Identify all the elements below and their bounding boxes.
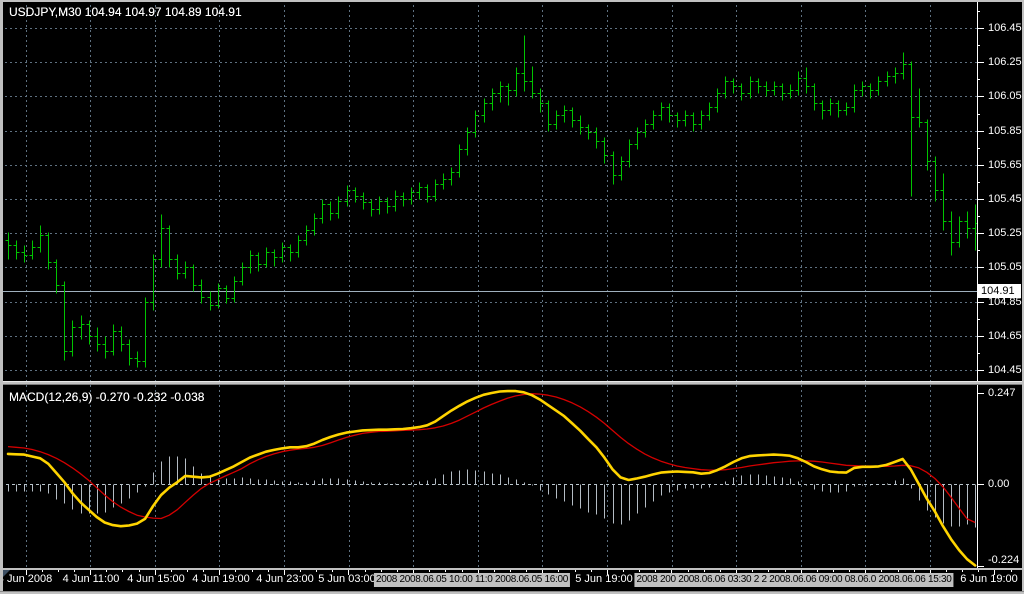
- axis-tick: [977, 336, 984, 337]
- time-axis-label: 4 Jun 2008: [0, 573, 52, 585]
- trading-terminal-chart-window: USDJPY,M30 104.94 104.97 104.89 104.91 M…: [0, 0, 1024, 594]
- price-axis-label: 105.85: [988, 125, 1022, 137]
- axis-tick: [977, 199, 984, 200]
- time-axis-label-highlighted: 2008 200 2008.06.06 03:30 2 2 2008.06.06…: [634, 573, 953, 587]
- macd-indicator-label: MACD(12,26,9) -0.270 -0.232 -0.038: [9, 390, 204, 404]
- axis-tick: [977, 131, 984, 132]
- time-axis-label: 5 Jun 19:00: [575, 573, 633, 585]
- axis-tick: [977, 11, 980, 12]
- macd-axis-label: -0.224: [988, 554, 1019, 566]
- axis-tick: [977, 353, 980, 354]
- price-axis-label: 105.05: [988, 261, 1022, 273]
- macd-histogram: [9, 457, 976, 528]
- axis-tick: [977, 165, 984, 166]
- price-axis-label: 104.45: [988, 364, 1022, 376]
- time-axis-label: 6 Jun 19:00: [960, 573, 1018, 585]
- window-frame-top: [0, 0, 1024, 2]
- time-axis-label: 4 Jun 23:00: [256, 573, 314, 585]
- axis-tick: [977, 28, 984, 29]
- price-chart-canvas: [0, 0, 977, 382]
- macd-indicator-panel[interactable]: [0, 385, 977, 568]
- price-axis-label: 105.45: [988, 193, 1022, 205]
- time-axis-label-highlighted: 2008 2008.06.05 10:00 11:0 2008.06.05 16…: [374, 573, 570, 587]
- time-axis-label: 4 Jun 19:00: [192, 573, 250, 585]
- axis-tick: [977, 370, 984, 371]
- axis-tick: [977, 79, 980, 80]
- axis-tick: [977, 148, 980, 149]
- axis-tick: [977, 566, 984, 567]
- time-axis-label: 4 Jun 11:00: [63, 573, 120, 585]
- price-axis-label: 104.65: [988, 330, 1022, 342]
- axis-tick: [977, 267, 984, 268]
- axis-tick: [977, 96, 984, 97]
- chart-title: USDJPY,M30 104.94 104.97 104.89 104.91: [9, 5, 242, 19]
- price-axis[interactable]: 106.45 106.25 106.05 105.85 105.65 105.45 105.…: [977, 0, 1024, 568]
- axis-tick: [977, 250, 980, 251]
- main-price-chart-panel[interactable]: [0, 0, 977, 382]
- axis-tick: [977, 216, 980, 217]
- price-axis-label: 105.25: [988, 227, 1022, 239]
- ohlc-bars: [6, 36, 978, 368]
- macd-signal-line: [8, 394, 975, 523]
- axis-tick: [977, 319, 980, 320]
- price-axis-label: 106.25: [988, 56, 1022, 68]
- macd-canvas: [0, 385, 977, 568]
- panel-splitter-handle[interactable]: [0, 381, 1024, 385]
- price-axis-label: 106.05: [988, 90, 1022, 102]
- axis-tick: [977, 484, 984, 485]
- axis-tick: [977, 114, 980, 115]
- axis-tick: [977, 233, 984, 234]
- price-axis-label: 106.45: [988, 22, 1022, 34]
- axis-tick: [977, 182, 980, 183]
- macd-axis-label: 0.247: [988, 387, 1016, 399]
- time-axis-label: 5 Jun 03:00: [318, 573, 376, 585]
- axis-tick: [977, 62, 984, 63]
- axis-tick: [977, 302, 984, 303]
- time-axis-label: 4 Jun 15:00: [127, 573, 185, 585]
- axis-tick: [977, 393, 984, 394]
- macd-axis-label: 0.00: [988, 478, 1009, 490]
- bid-price-label: 104.91: [978, 284, 1021, 298]
- price-axis-label: 105.65: [988, 159, 1022, 171]
- axis-tick: [977, 45, 980, 46]
- window-frame-left: [0, 0, 3, 594]
- time-axis[interactable]: 4 Jun 2008 4 Jun 11:00 4 Jun 15:00 4 Jun 19…: [0, 568, 1024, 591]
